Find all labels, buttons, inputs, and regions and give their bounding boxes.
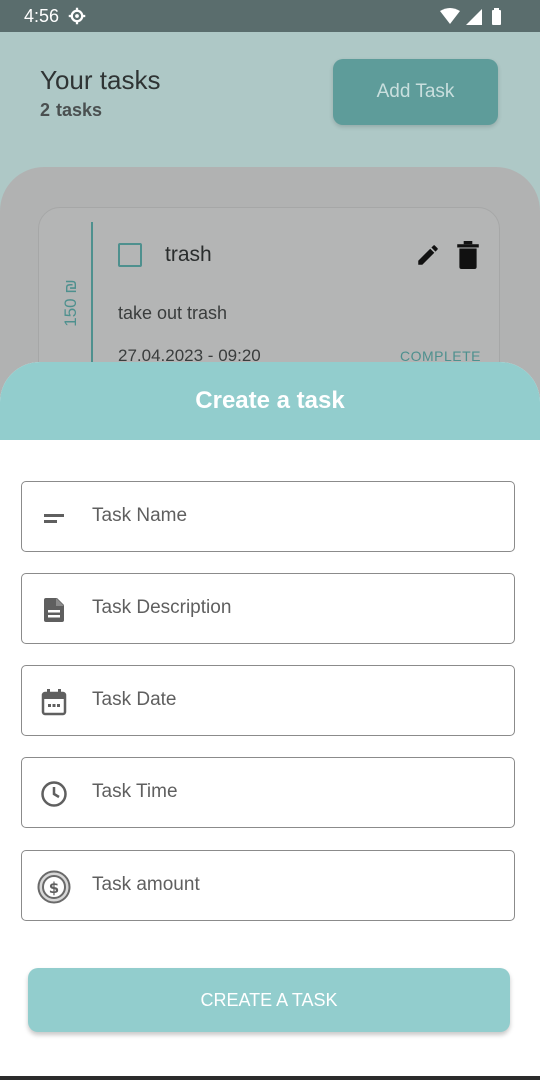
task-name-field[interactable] xyxy=(21,481,515,552)
task-name-input[interactable] xyxy=(92,482,492,550)
task-count: 2 tasks xyxy=(40,100,108,121)
settings-notification-icon xyxy=(68,7,86,25)
create-task-button[interactable]: CREATE A TASK xyxy=(28,968,510,1032)
task-name: trash xyxy=(165,243,212,266)
task-date-field[interactable] xyxy=(21,665,515,736)
wifi-icon xyxy=(440,8,460,24)
task-amount-input[interactable] xyxy=(92,851,492,919)
calendar-icon xyxy=(41,689,67,716)
task-time-input[interactable] xyxy=(92,758,492,826)
task-amount: 150 ₪ xyxy=(53,258,89,348)
task-amount-label: 150 ₪ xyxy=(61,279,80,327)
task-amount-field[interactable]: $ xyxy=(21,850,515,921)
delete-icon[interactable] xyxy=(457,241,479,269)
task-description-input[interactable] xyxy=(92,574,492,642)
clock-icon xyxy=(41,781,67,807)
status-indicators xyxy=(440,8,501,25)
task-count-number: 2 xyxy=(40,100,51,120)
task-time-field[interactable] xyxy=(21,757,515,828)
screen: 4:56 Your tasks 2 tasks Add Task 150 ₪ t… xyxy=(0,0,540,1080)
subject-icon xyxy=(44,514,64,523)
description-icon xyxy=(44,598,64,622)
task-count-unit: tasks xyxy=(56,100,103,120)
page-title: Your tasks xyxy=(40,65,161,95)
task-description: take out trash xyxy=(118,303,228,323)
sheet-header: Create a task xyxy=(0,362,540,440)
battery-icon xyxy=(492,10,501,25)
navigation-edge xyxy=(0,1076,540,1080)
add-task-button[interactable]: Add Task xyxy=(333,59,498,125)
cell-signal-icon xyxy=(466,9,482,25)
create-task-sheet: Create a task Task Name Task Description… xyxy=(0,362,540,1080)
task-complete-checkbox[interactable] xyxy=(118,243,142,267)
edit-icon[interactable] xyxy=(415,242,441,268)
dollar-coin-icon: $ xyxy=(37,870,71,904)
svg-text:$: $ xyxy=(49,879,59,897)
status-bar: 4:56 xyxy=(0,0,540,32)
task-date-input[interactable] xyxy=(92,666,492,734)
task-description-field[interactable] xyxy=(21,573,515,644)
sheet-title: Create a task xyxy=(195,387,345,414)
status-time: 4:56 xyxy=(24,6,60,26)
